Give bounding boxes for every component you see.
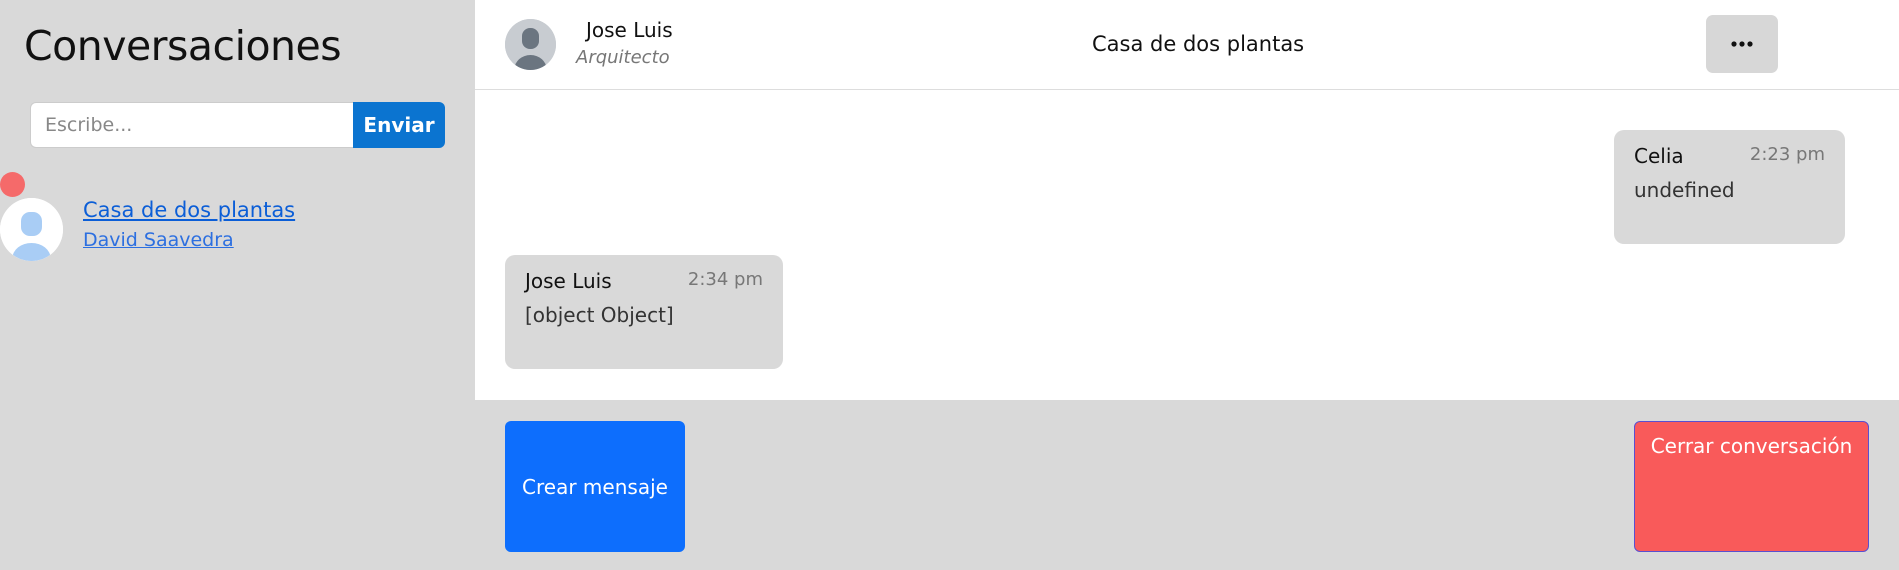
create-message-button[interactable]: Crear mensaje <box>505 421 685 552</box>
message-text: undefined <box>1634 178 1735 202</box>
message-time: 2:23 pm <box>1749 144 1825 165</box>
unread-indicator <box>0 172 25 197</box>
contact-role: Arquitecto <box>576 47 670 68</box>
more-options-button[interactable] <box>1706 15 1778 73</box>
chat-footer: Crear mensaje Cerrar conversación <box>475 400 1899 570</box>
send-button[interactable]: Enviar <box>353 102 445 148</box>
ellipsis-icon <box>1731 41 1753 47</box>
conversation-title: Casa de dos plantas <box>1092 32 1305 56</box>
conversation-contact-link[interactable]: David Saavedra <box>83 229 234 251</box>
chat-header: Jose Luis Arquitecto Casa de dos plantas <box>475 0 1899 90</box>
message-text: [object Object] <box>525 303 674 327</box>
contact-name: Jose Luis <box>586 18 673 42</box>
sidebar-title: Conversaciones <box>24 22 342 70</box>
close-conversation-button[interactable]: Cerrar conversación <box>1634 421 1869 552</box>
user-avatar-icon <box>0 198 63 261</box>
message-bubble: Jose Luis 2:34 pm [object Object] <box>505 255 783 369</box>
message-time: 2:34 pm <box>687 269 763 290</box>
message-bubble: Celia 2:23 pm undefined <box>1614 130 1845 244</box>
close-conversation-label: Cerrar conversación <box>1650 434 1853 458</box>
contact-avatar-icon <box>505 19 556 70</box>
message-author: Celia <box>1634 144 1684 168</box>
message-list: Celia 2:23 pm undefined Jose Luis 2:34 p… <box>475 90 1899 400</box>
conversation-list-item[interactable]: Casa de dos plantas David Saavedra <box>0 172 440 268</box>
message-author: Jose Luis <box>525 269 612 293</box>
conversation-title-link[interactable]: Casa de dos plantas <box>83 198 295 222</box>
search-box: Enviar <box>30 102 445 148</box>
search-input[interactable] <box>30 102 353 148</box>
conversations-sidebar: Conversaciones Enviar Casa de dos planta… <box>0 0 475 570</box>
